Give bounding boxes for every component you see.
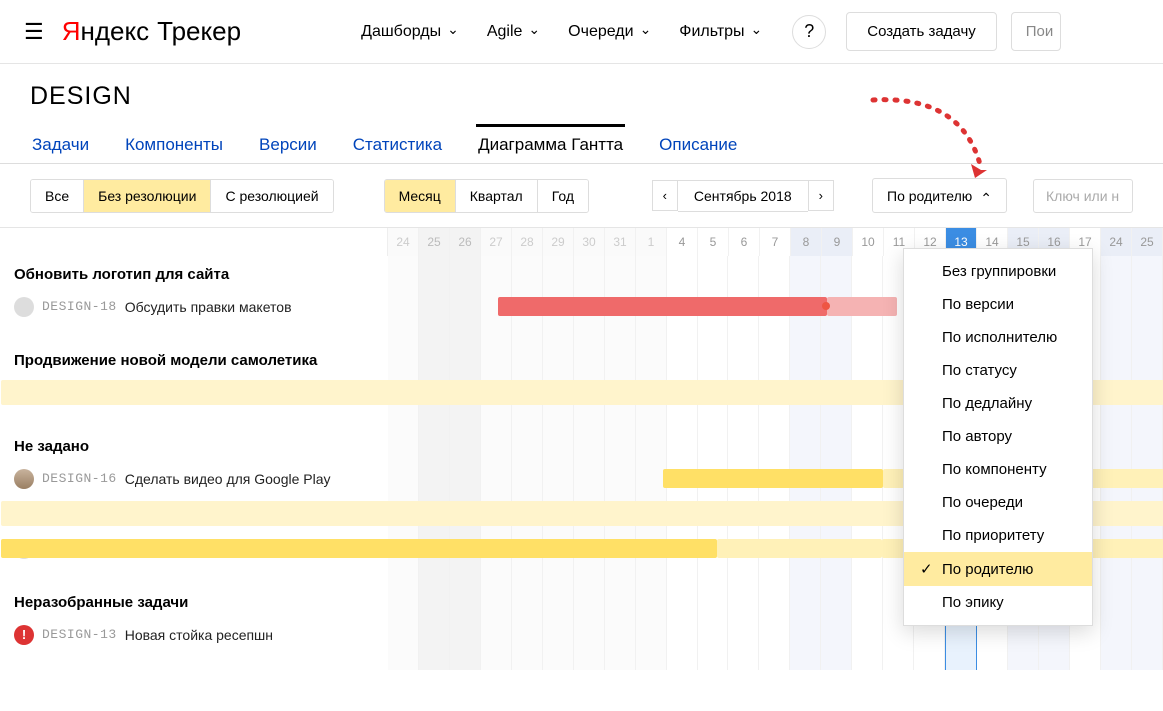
dropdown-label: По родителю	[942, 561, 1033, 578]
check-icon: ✓	[920, 560, 934, 578]
tab-3[interactable]: Статистика	[351, 127, 444, 163]
period-nav: ‹ Сентябрь 2018 ›	[652, 180, 834, 212]
day-cell: 27	[481, 228, 512, 256]
nav-filters[interactable]: Фильтры	[679, 23, 762, 41]
day-cell: 28	[512, 228, 543, 256]
period-label: Сентябрь 2018	[678, 180, 808, 212]
scale-opt-2[interactable]: Год	[538, 180, 588, 212]
scale-opt-1[interactable]: Квартал	[456, 180, 538, 212]
dropdown-item[interactable]: По приоритету	[904, 519, 1092, 552]
tab-5[interactable]: Описание	[657, 127, 739, 163]
tab-2[interactable]: Версии	[257, 127, 319, 163]
page-title: DESIGN	[0, 64, 1163, 121]
key-search-input[interactable]: Ключ или н	[1033, 179, 1133, 213]
task-key: DESIGN-13	[42, 627, 117, 642]
avatar	[14, 297, 34, 317]
dropdown-item[interactable]: По статусу	[904, 354, 1092, 387]
day-cell: 4	[667, 228, 698, 256]
gantt-bar[interactable]	[827, 297, 897, 316]
gantt-bar[interactable]	[717, 539, 882, 558]
deadline-dot	[822, 302, 830, 310]
search-input[interactable]: Пои	[1011, 12, 1061, 51]
dropdown-item[interactable]: Без группировки	[904, 255, 1092, 288]
nav-agile[interactable]: Agile	[487, 23, 540, 41]
dropdown-item[interactable]: По версии	[904, 288, 1092, 321]
scale-opt-0[interactable]: Месяц	[385, 180, 456, 212]
dropdown-item[interactable]: По дедлайну	[904, 387, 1092, 420]
period-next-button[interactable]: ›	[808, 180, 834, 211]
day-cell: 6	[729, 228, 760, 256]
logo-tracker: Трекер	[157, 16, 241, 47]
gantt-bar[interactable]	[498, 297, 827, 316]
dropdown-item[interactable]: По очереди	[904, 486, 1092, 519]
group-by-dropdown: Без группировки По версии По исполнителю По…	[903, 248, 1093, 626]
tab-bar: Задачи Компоненты Версии Статистика Диаграмм…	[0, 121, 1163, 164]
tab-4[interactable]: Диаграмма Гантта	[476, 124, 625, 163]
dropdown-label: По исполнителю	[942, 329, 1057, 346]
day-cell: 24	[388, 228, 419, 256]
resolution-opt-2[interactable]: С резолюцией	[211, 180, 332, 212]
dropdown-item[interactable]: По исполнителю	[904, 321, 1092, 354]
logo-ya: Я	[62, 16, 81, 47]
day-cell: 24	[1101, 228, 1132, 256]
period-prev-button[interactable]: ‹	[652, 180, 678, 211]
dropdown-label: Без группировки	[942, 263, 1056, 280]
nav-dashboards[interactable]: Дашборды	[361, 23, 459, 41]
day-cell: 8	[791, 228, 822, 256]
nav-queues[interactable]: Очереди	[568, 23, 651, 41]
dropdown-item[interactable]: По автору	[904, 420, 1092, 453]
tab-1[interactable]: Компоненты	[123, 127, 225, 163]
chevron-up-icon	[980, 187, 992, 204]
avatar: !	[14, 625, 34, 645]
create-issue-button[interactable]: Создать задачу	[846, 12, 996, 51]
day-cell: 1	[636, 228, 667, 256]
day-cell: 26	[450, 228, 481, 256]
dropdown-label: По дедлайну	[942, 395, 1032, 412]
tab-0[interactable]: Задачи	[30, 127, 91, 163]
dropdown-item[interactable]: По эпику	[904, 586, 1092, 619]
resolution-opt-1[interactable]: Без резолюции	[84, 180, 211, 212]
avatar	[14, 469, 34, 489]
task-name: Сделать видео для Google Play	[125, 471, 331, 487]
dropdown-label: По статусу	[942, 362, 1017, 379]
resolution-filter-group: ВсеБез резолюцииС резолюцией	[30, 179, 334, 213]
resolution-opt-0[interactable]: Все	[31, 180, 84, 212]
dropdown-label: По приоритету	[942, 527, 1044, 544]
gantt-bar[interactable]	[663, 469, 883, 488]
day-cell: 25	[1132, 228, 1163, 256]
group-by-label: По родителю	[887, 188, 972, 204]
dropdown-label: По компоненту	[942, 461, 1047, 478]
day-cell: 29	[543, 228, 574, 256]
dropdown-label: По автору	[942, 428, 1012, 445]
day-cell: 7	[760, 228, 791, 256]
day-cell: 5	[698, 228, 729, 256]
dropdown-label: По очереди	[942, 494, 1023, 511]
group-by-button[interactable]: По родителю	[872, 178, 1007, 213]
day-cell: 9	[822, 228, 853, 256]
day-cell: 25	[419, 228, 450, 256]
day-cell: 31	[605, 228, 636, 256]
task-key: DESIGN-18	[42, 299, 117, 314]
dropdown-label: По версии	[942, 296, 1014, 313]
dropdown-item[interactable]: По компоненту	[904, 453, 1092, 486]
logo-ndx: ндекс	[81, 16, 150, 47]
dropdown-item[interactable]: ✓ По родителю	[904, 552, 1092, 586]
help-button[interactable]: ?	[792, 15, 826, 49]
task-name: Новая стойка ресепшн	[125, 627, 273, 643]
logo[interactable]: Яндекс Трекер	[62, 16, 241, 47]
top-nav: Дашборды Agile Очереди Фильтры	[361, 23, 762, 41]
task-name: Обсудить правки макетов	[125, 299, 292, 315]
task-key: DESIGN-16	[42, 471, 117, 486]
scale-filter-group: МесяцКварталГод	[384, 179, 589, 213]
dropdown-label: По эпику	[942, 594, 1004, 611]
hamburger-icon[interactable]: ☰	[24, 19, 44, 45]
day-cell: 30	[574, 228, 605, 256]
day-cell: 10	[853, 228, 884, 256]
gantt-bar[interactable]	[1, 539, 717, 558]
